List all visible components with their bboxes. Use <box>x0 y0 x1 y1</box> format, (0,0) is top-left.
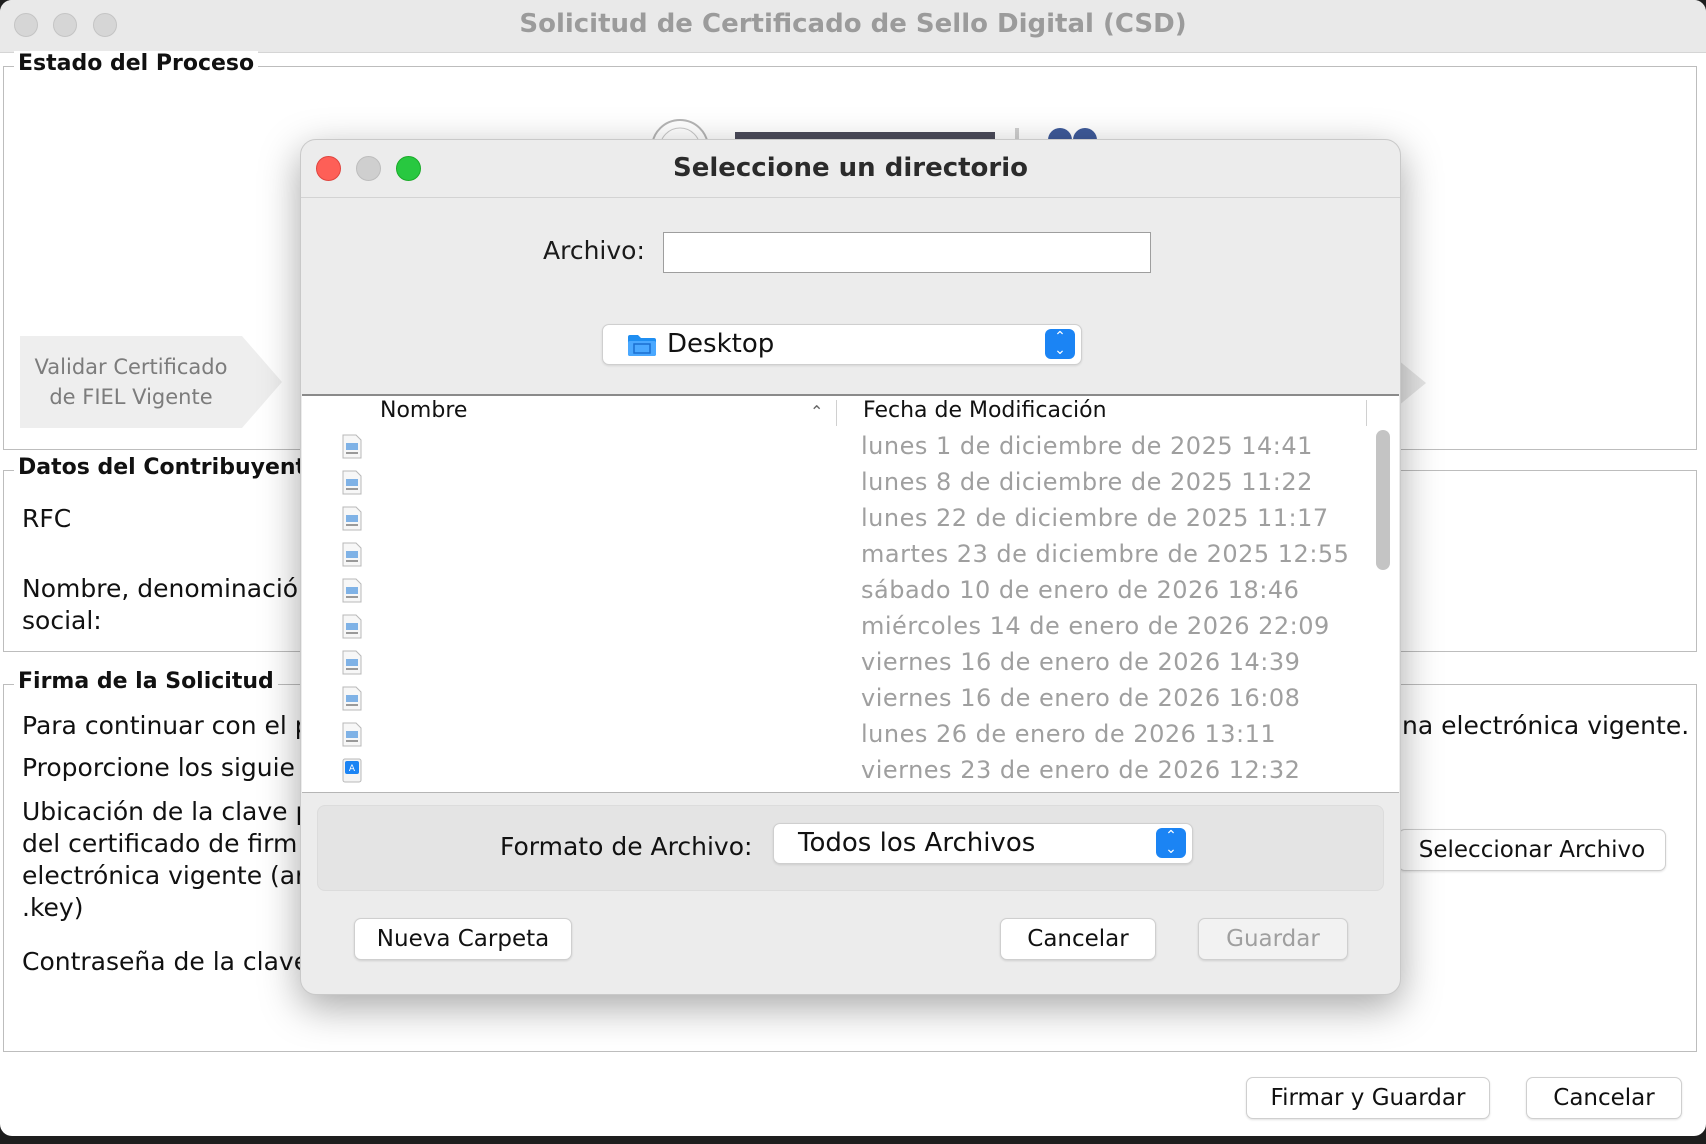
ubicacion-label-2: del certificado de firm <box>22 829 298 858</box>
file-row[interactable]: viernes 16 de enero de 2026 14:39 <box>302 646 1362 682</box>
file-date: lunes 22 de diciembre de 2025 11:17 <box>861 504 1329 532</box>
file-row[interactable]: lunes 1 de diciembre de 2025 14:41 <box>302 430 1362 466</box>
text-file-icon <box>342 434 362 459</box>
estado-proceso-legend: Estado del Proceso <box>14 51 259 76</box>
column-fecha[interactable]: Fecha de Modificación <box>863 398 1107 423</box>
column-divider <box>1366 400 1367 426</box>
text-file-icon <box>342 578 362 603</box>
file-date: lunes 26 de enero de 2026 13:11 <box>861 720 1277 748</box>
scrollbar-thumb[interactable] <box>1376 430 1390 570</box>
file-date: viernes 23 de enero de 2026 12:32 <box>861 756 1301 784</box>
step-line-2: de FIEL Vigente <box>49 385 213 409</box>
file-row[interactable]: lunes 8 de diciembre de 2025 11:22 <box>302 466 1362 502</box>
column-divider <box>836 400 837 426</box>
main-cancelar-button[interactable]: Cancelar <box>1526 1077 1682 1119</box>
continuar-text-right: na electrónica vigente. <box>1402 711 1690 740</box>
text-file-icon <box>342 722 362 747</box>
sort-ascending-icon: ⌃ <box>810 402 824 421</box>
column-nombre[interactable]: Nombre <box>380 398 467 423</box>
step-arrow-right-icon <box>1398 360 1426 406</box>
ubicacion-label-3: electrónica vigente (ar <box>22 861 306 890</box>
file-row[interactable]: miércoles 14 de enero de 2026 22:09 <box>302 610 1362 646</box>
datos-contribuyente-legend: Datos del Contribuyente <box>14 455 325 480</box>
text-file-icon <box>342 470 362 495</box>
formato-dropdown[interactable]: Todos los Archivos ⌃ ⌄ <box>773 823 1193 864</box>
nueva-carpeta-button[interactable]: Nueva Carpeta <box>354 918 572 960</box>
file-date: sábado 10 de enero de 2026 18:46 <box>861 576 1300 604</box>
formato-label: Formato de Archivo: <box>500 832 753 861</box>
file-row[interactable]: lunes 22 de diciembre de 2025 11:17 <box>302 502 1362 538</box>
file-chooser-dialog: Seleccione un directorio Archivo: Deskto… <box>300 139 1401 995</box>
firmar-guardar-button[interactable]: Firmar y Guardar <box>1246 1077 1490 1119</box>
file-date: miércoles 14 de enero de 2026 22:09 <box>861 612 1330 640</box>
ubicacion-label-1: Ubicación de la clave p <box>22 797 312 826</box>
dialog-title: Seleccione un directorio <box>672 153 1029 183</box>
guardar-button[interactable]: Guardar <box>1198 918 1348 960</box>
text-file-icon <box>342 686 362 711</box>
proporcione-text: Proporcione los siguie <box>22 753 295 782</box>
step-line-1: Validar Certificado <box>34 355 228 379</box>
file-date: lunes 1 de diciembre de 2025 14:41 <box>861 432 1313 460</box>
dialog-titlebar: Seleccione un directorio <box>301 140 1400 198</box>
file-row[interactable]: martes 23 de diciembre de 2025 12:55 <box>302 538 1362 574</box>
format-panel: Formato de Archivo: Todos los Archivos ⌃… <box>317 805 1384 891</box>
dialog-cancelar-button[interactable]: Cancelar <box>1000 918 1156 960</box>
file-row[interactable]: lunes 26 de enero de 2026 13:11 <box>302 718 1362 754</box>
formato-stepper-icon: ⌃ ⌄ <box>1156 828 1186 858</box>
file-list[interactable]: Nombre ⌃ Fecha de Modificación lunes 1 d… <box>302 394 1399 793</box>
folder-icon <box>628 335 656 356</box>
location-dropdown[interactable]: Desktop ⌃ ⌄ <box>602 324 1082 365</box>
window-title: Solicitud de Certificado de Sello Digita… <box>519 9 1187 39</box>
file-row[interactable]: viernes 16 de enero de 2026 16:08 <box>302 682 1362 718</box>
continuar-text: Para continuar con el p <box>22 711 311 740</box>
location-selected: Desktop <box>667 329 775 359</box>
formato-selected: Todos los Archivos <box>798 828 1036 858</box>
file-date: martes 23 de diciembre de 2025 12:55 <box>861 540 1350 568</box>
firma-solicitud-legend: Firma de la Solicitud <box>14 669 278 694</box>
svg-text:A: A <box>349 764 356 774</box>
rfc-label: RFC <box>22 504 72 533</box>
text-file-icon <box>342 542 362 567</box>
contrasena-label: Contraseña de la clave <box>22 947 310 976</box>
text-file-icon <box>342 614 362 639</box>
app-file-icon: A <box>342 758 362 783</box>
location-stepper-icon: ⌃ ⌄ <box>1045 329 1075 359</box>
archivo-input[interactable] <box>663 232 1151 273</box>
step-arrow-icon <box>242 336 282 428</box>
nombre-label-2: social: <box>22 606 102 635</box>
file-date: viernes 16 de enero de 2026 14:39 <box>861 648 1301 676</box>
file-row[interactable]: Aviernes 23 de enero de 2026 12:32 <box>302 754 1362 790</box>
nombre-label: Nombre, denominació <box>22 574 299 603</box>
ubicacion-label-4: .key) <box>22 893 84 922</box>
step-validar-certificado: Validar Certificado de FIEL Vigente <box>20 336 242 428</box>
main-titlebar: Solicitud de Certificado de Sello Digita… <box>0 0 1706 53</box>
file-row[interactable]: sábado 10 de enero de 2026 18:46 <box>302 574 1362 610</box>
file-date: lunes 8 de diciembre de 2025 11:22 <box>861 468 1313 496</box>
archivo-label: Archivo: <box>543 236 645 265</box>
text-file-icon <box>342 650 362 675</box>
seleccionar-archivo-button[interactable]: Seleccionar Archivo <box>1398 829 1666 871</box>
text-file-icon <box>342 506 362 531</box>
file-date: viernes 16 de enero de 2026 16:08 <box>861 684 1301 712</box>
